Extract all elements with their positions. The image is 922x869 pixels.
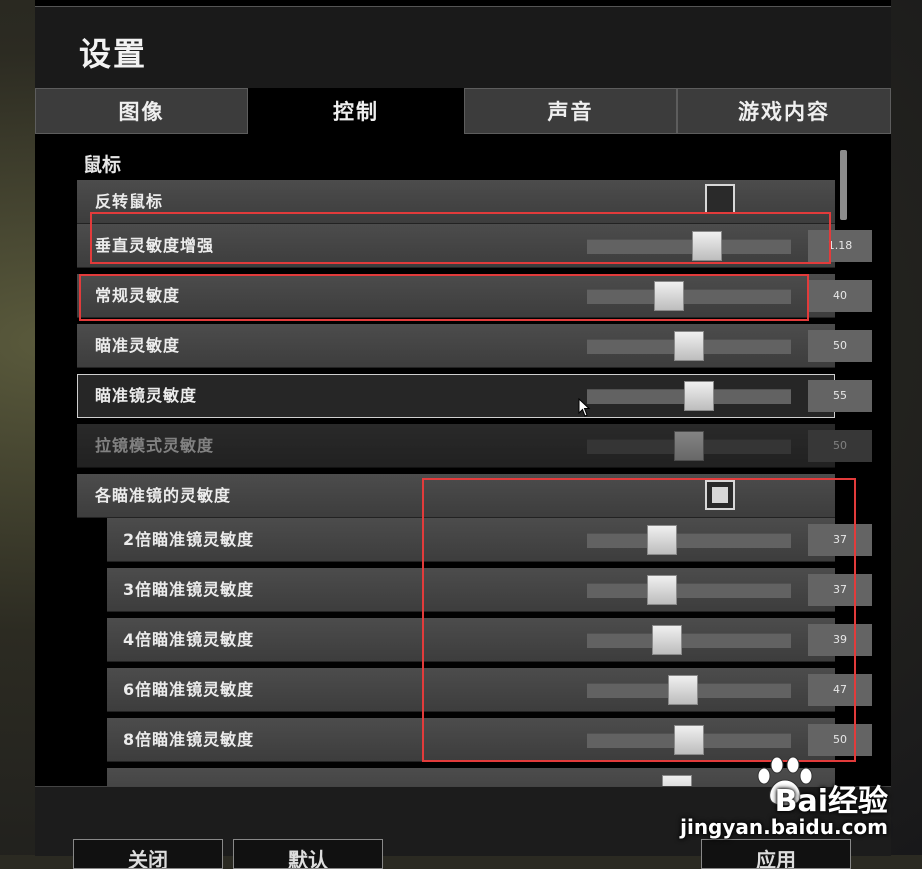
settings-title: 设置: [79, 35, 148, 73]
close-button[interactable]: 关闭: [73, 839, 223, 869]
scope-3x-label: 3倍瞄准镜灵敏度: [123, 580, 255, 599]
scope-2x-label: 2倍瞄准镜灵敏度: [123, 530, 255, 549]
section-title-mouse: 鼠标: [83, 154, 122, 176]
row-aim-sensitivity: 瞄准灵敏度 50: [77, 324, 872, 368]
tab-graphics[interactable]: 图像: [35, 88, 248, 134]
aim-sensitivity-value[interactable]: 50: [808, 330, 872, 362]
tab-controls[interactable]: 控制: [248, 88, 464, 134]
settings-header: 设置: [35, 6, 891, 89]
watermark-brand: Bai经验: [774, 784, 888, 819]
scope-sensitivity-label: 瞄准镜灵敏度: [95, 386, 198, 405]
tab-sound[interactable]: 声音: [464, 88, 677, 134]
highlight-box-scope-sensitivities: [422, 478, 856, 762]
mouse-cursor-icon: [578, 398, 591, 417]
highlight-box-general-sensitivity: [79, 274, 809, 321]
aim-sensitivity-label: 瞄准灵敏度: [95, 336, 181, 355]
zoom-mode-sensitivity-label: 拉镜模式灵敏度: [95, 436, 215, 455]
per-scope-sensitivity-label: 各瞄准镜的灵敏度: [95, 486, 232, 505]
row-scope-sensitivity: 瞄准镜灵敏度 55: [77, 374, 872, 418]
default-button[interactable]: 默认: [233, 839, 383, 869]
tab-gameplay[interactable]: 游戏内容: [677, 88, 891, 134]
scrollbar[interactable]: [840, 150, 847, 220]
apply-button[interactable]: 应用: [701, 839, 851, 869]
invert-mouse-checkbox[interactable]: [705, 184, 735, 214]
highlight-box-vertical-boost: [90, 212, 831, 264]
scope-4x-label: 4倍瞄准镜灵敏度: [123, 630, 255, 649]
scope-6x-label: 6倍瞄准镜灵敏度: [123, 680, 255, 699]
partial-slider-handle[interactable]: [662, 775, 692, 786]
scope-8x-label: 8倍瞄准镜灵敏度: [123, 730, 255, 749]
zoom-mode-slider-handle: [674, 431, 704, 461]
row-scope-partial: [107, 768, 835, 786]
zoom-mode-value: 50: [808, 430, 872, 462]
aim-sensitivity-slider-handle[interactable]: [674, 331, 704, 361]
general-sensitivity-value[interactable]: 40: [808, 280, 872, 312]
scope-sensitivity-value[interactable]: 55: [808, 380, 872, 412]
row-zoom-mode-sensitivity: 拉镜模式灵敏度 50: [77, 424, 872, 468]
scope-sensitivity-slider-handle[interactable]: [684, 381, 715, 411]
watermark-url: jingyan.baidu.com: [680, 815, 888, 839]
